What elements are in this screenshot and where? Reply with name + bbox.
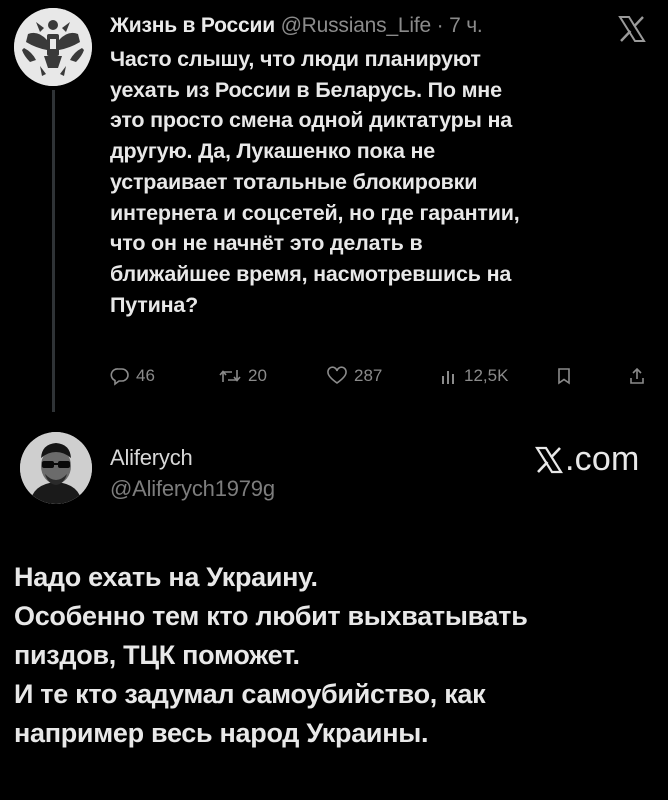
share-icon xyxy=(630,367,644,384)
bookmark-button[interactable] xyxy=(556,366,572,386)
watermark-domain: .com xyxy=(565,440,640,478)
emblem-avatar[interactable] xyxy=(14,8,92,86)
retweet-button[interactable]: 20 xyxy=(218,366,267,386)
x-logo-icon xyxy=(535,446,563,473)
heart-icon xyxy=(327,366,347,384)
tweet-text-line: что он не начнёт это делать в xyxy=(110,231,423,256)
reply-text: Надо ехать на Украину. Особенно тем кто … xyxy=(14,558,654,753)
double-headed-eagle-emblem-icon xyxy=(14,8,92,86)
tweet-text-line: устраивает тотальные блокировки xyxy=(110,169,478,194)
retweet-icon xyxy=(219,370,241,382)
reply-author-name[interactable]: Aliferych xyxy=(110,445,193,471)
like-count: 287 xyxy=(354,366,383,385)
tweet-text-line: Путина? xyxy=(110,292,199,317)
tweet-text-line: Часто слышу, что люди планируют xyxy=(110,47,481,71)
tweet-text-line: интернета и соцсетей, но где гарантии, xyxy=(110,200,520,225)
tweet-text: Часто слышу, что люди планируют уехать и… xyxy=(110,44,630,320)
views-button[interactable]: 12,5K xyxy=(440,366,508,386)
share-button[interactable] xyxy=(628,366,646,386)
reply-text-line: Особенно тем кто любит выхватывать xyxy=(14,601,528,631)
tweet-text-line: другую. Да, Лукашенко пока не xyxy=(110,139,436,164)
author-handle[interactable]: @Russians_Life xyxy=(281,14,432,37)
thread-connector-line xyxy=(52,90,55,412)
tweet-header: Жизнь в России @Russians_Life · 7 ч. xyxy=(110,14,483,38)
man-in-sunglasses-avatar-icon xyxy=(20,432,92,504)
tweet-text-line: ближайшее время, насмотревшись на xyxy=(110,261,512,286)
reply-count: 46 xyxy=(136,366,155,385)
x-logo-icon[interactable] xyxy=(617,14,647,44)
retweet-count: 20 xyxy=(248,366,267,385)
reply-text-line: Надо ехать на Украину. xyxy=(14,562,318,592)
tweet-action-bar: 46 20 287 12,5K xyxy=(0,366,668,392)
reply-text-line: пиздов, ТЦК поможет. xyxy=(14,640,300,670)
bookmark-icon xyxy=(558,368,570,385)
reply-text-line: например весь народ Украины. xyxy=(14,718,429,748)
reply-author-avatar[interactable] xyxy=(20,432,92,504)
header-separator: · xyxy=(436,14,444,37)
reply-icon xyxy=(110,368,129,386)
tweet-text-line: уехать из России в Беларусь. По мне xyxy=(110,77,502,102)
author-name[interactable]: Жизнь в России xyxy=(110,14,275,37)
reply-author-handle[interactable]: @Aliferych1979g xyxy=(110,476,275,502)
tweet-time[interactable]: 7 ч. xyxy=(449,14,483,37)
reply-button[interactable]: 46 xyxy=(110,366,155,386)
x-com-watermark: .com xyxy=(534,440,639,479)
views-bar-chart-icon xyxy=(442,371,454,384)
views-count: 12,5K xyxy=(464,366,509,385)
tweet-text-line: это просто смена одной диктатуры на xyxy=(110,108,513,133)
reply-text-line: И те кто задумал самоубийство, как xyxy=(14,679,486,709)
like-button[interactable]: 287 xyxy=(326,366,382,386)
